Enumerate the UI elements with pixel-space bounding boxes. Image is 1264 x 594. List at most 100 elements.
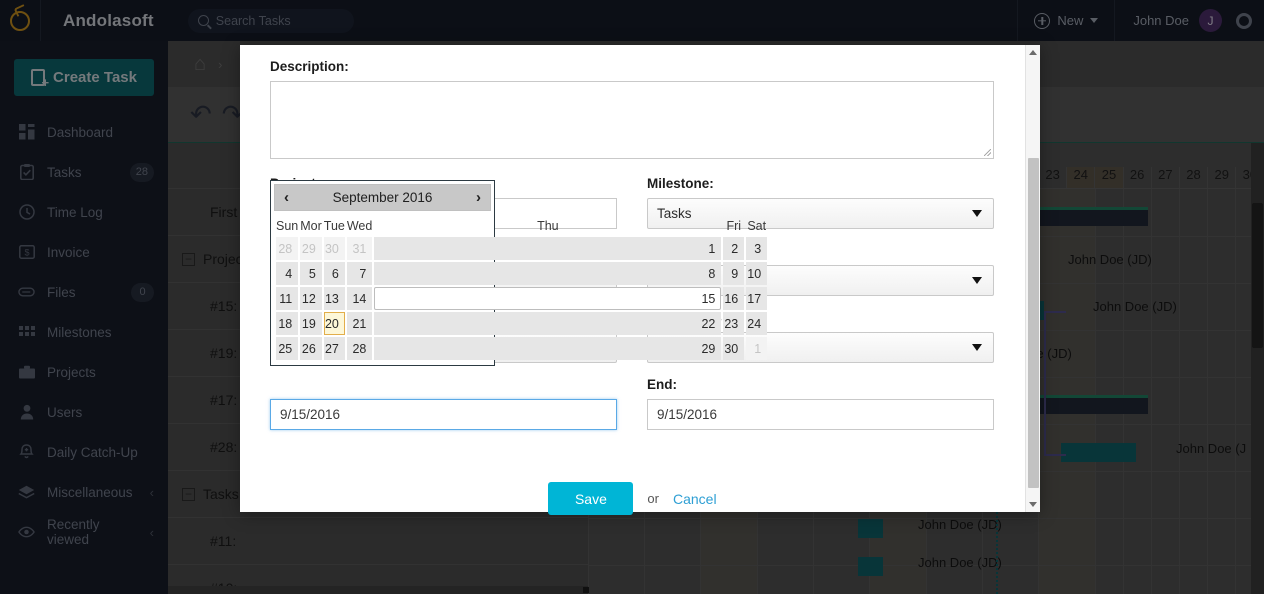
datepicker-cell: 9 xyxy=(723,262,745,285)
description-textarea[interactable] xyxy=(270,81,994,159)
datepicker-day[interactable]: 11 xyxy=(276,287,299,310)
datepicker-day[interactable]: 21 xyxy=(346,312,373,335)
datepicker-day[interactable]: 26 xyxy=(300,337,322,360)
datepicker-cell: 11 xyxy=(276,287,299,310)
chevron-right-icon[interactable]: › xyxy=(476,190,481,205)
datepicker-day[interactable]: 28 xyxy=(346,337,373,360)
datepicker-day[interactable]: 7 xyxy=(346,262,373,285)
datepicker-cell: 3 xyxy=(746,237,768,260)
caret-down-icon xyxy=(972,277,982,284)
datepicker-cell: 15 xyxy=(374,287,722,310)
datepicker-day[interactable]: 30 xyxy=(723,337,745,360)
cancel-button[interactable]: Cancel xyxy=(673,491,717,507)
datepicker-day[interactable]: 29 xyxy=(374,337,722,360)
description-field: Description: xyxy=(270,59,1010,159)
datepicker-cell: 1 xyxy=(746,337,768,360)
datepicker-cell: 26 xyxy=(300,337,322,360)
save-button[interactable]: Save xyxy=(548,482,634,515)
datepicker-days: 28 29 30 31 1 2 3 4 5 6 7 8 9 10 11 12 13 14 15 16 17 18 19 20 2… xyxy=(276,237,768,360)
datepicker-cell: 5 xyxy=(300,262,322,285)
scroll-up-button[interactable] xyxy=(1026,45,1040,60)
end-label: End: xyxy=(647,377,677,392)
triangle-up-icon xyxy=(1029,50,1037,55)
datepicker-cell: 24 xyxy=(746,312,768,335)
datepicker-cell: 28 xyxy=(346,337,373,360)
description-label: Description: xyxy=(270,59,349,74)
milestone-label: Milestone: xyxy=(647,176,714,191)
datepicker-day[interactable]: 27 xyxy=(323,337,345,360)
datepicker-cell: 22 xyxy=(374,312,722,335)
datepicker-weekday: Thu xyxy=(537,219,559,233)
datepicker-day[interactable]: 1 xyxy=(374,237,722,260)
datepicker-cell: 30 xyxy=(323,237,345,260)
datepicker-week-row: 4 5 6 7 8 9 10 xyxy=(276,262,768,285)
end-date-field: End: 9/15/2016 xyxy=(647,377,994,430)
datepicker-cell: 18 xyxy=(276,312,299,335)
datepicker-cell: 29 xyxy=(374,337,722,360)
modal-scrollbar[interactable] xyxy=(1025,45,1040,512)
datepicker-day[interactable]: 12 xyxy=(300,287,322,310)
datepicker-cell: 25 xyxy=(276,337,299,360)
datepicker-day[interactable]: 6 xyxy=(323,262,345,285)
datepicker-day[interactable]: 23 xyxy=(723,312,745,335)
datepicker-cell: 13 xyxy=(323,287,345,310)
datepicker-cell: 4 xyxy=(276,262,299,285)
caret-down-icon xyxy=(972,344,982,351)
datepicker-cell: 30 xyxy=(723,337,745,360)
chevron-left-icon[interactable]: ‹ xyxy=(284,190,289,205)
datepicker-day[interactable]: 18 xyxy=(276,312,299,335)
datepicker-week-row: 28 29 30 31 1 2 3 xyxy=(276,237,768,260)
datepicker-day[interactable]: 25 xyxy=(276,337,299,360)
datepicker-cell: 31 xyxy=(346,237,373,260)
caret-down-icon xyxy=(972,210,982,217)
datepicker-day-selected[interactable]: 15 xyxy=(374,287,722,310)
datepicker-week-row: 18 19 20 21 22 23 24 xyxy=(276,312,768,335)
datepicker-day[interactable]: 2 xyxy=(723,237,745,260)
datepicker-day[interactable]: 14 xyxy=(346,287,373,310)
datepicker-day[interactable]: 10 xyxy=(746,262,768,285)
datepicker-day: 1 xyxy=(746,337,768,360)
datepicker-weekday: Tue xyxy=(323,219,345,233)
datepicker-cell: 23 xyxy=(723,312,745,335)
datepicker-week-row: 25 26 27 28 29 30 1 xyxy=(276,337,768,360)
datepicker-day[interactable]: 19 xyxy=(300,312,322,335)
datepicker-cell: 1 xyxy=(374,237,722,260)
app-root: Andolasoft Search Tasks New John Doe J C xyxy=(0,0,1264,594)
datepicker-day-today[interactable]: 20 xyxy=(323,312,345,335)
datepicker-cell: 20 xyxy=(323,312,345,335)
scroll-down-button[interactable] xyxy=(1026,497,1040,512)
datepicker-cell: 29 xyxy=(300,237,322,260)
datepicker-day[interactable]: 8 xyxy=(374,262,722,285)
or-label: or xyxy=(647,491,659,506)
datepicker-day[interactable]: 16 xyxy=(723,287,745,310)
datepicker-day[interactable]: 5 xyxy=(300,262,322,285)
datepicker-day[interactable]: 3 xyxy=(746,237,768,260)
datepicker-cell: 16 xyxy=(723,287,745,310)
datepicker-cell: 19 xyxy=(300,312,322,335)
start-date-input[interactable]: 9/15/2016 xyxy=(270,399,617,430)
datepicker-header: ‹ September 2016 › xyxy=(274,184,491,211)
datepicker-title: September 2016 xyxy=(332,190,433,205)
datepicker-weekday: Mor xyxy=(300,219,322,233)
datepicker-weekday: Fri xyxy=(726,219,742,233)
datepicker-cell: 12 xyxy=(300,287,322,310)
datepicker-day: 28 xyxy=(276,237,299,260)
datepicker-weekday: Sat xyxy=(747,219,767,233)
datepicker-cell: 6 xyxy=(323,262,345,285)
datepicker: ‹ September 2016 › Sun Mor Tue Wed Thu F… xyxy=(270,180,768,366)
datepicker-day[interactable]: 24 xyxy=(746,312,768,335)
end-date-input[interactable]: 9/15/2016 xyxy=(647,399,994,430)
datepicker-week-row: 11 12 13 14 15 16 17 xyxy=(276,287,768,310)
datepicker-day: 31 xyxy=(346,237,373,260)
datepicker-cell: 28 xyxy=(276,237,299,260)
datepicker-day[interactable]: 13 xyxy=(323,287,345,310)
datepicker-day[interactable]: 4 xyxy=(276,262,299,285)
scrollbar-thumb[interactable] xyxy=(1028,158,1039,488)
datepicker-day[interactable]: 9 xyxy=(723,262,745,285)
datepicker-cell: 7 xyxy=(346,262,373,285)
modal-actions: Save or Cancel xyxy=(240,482,1025,515)
datepicker-cell: 2 xyxy=(723,237,745,260)
datepicker-day[interactable]: 17 xyxy=(746,287,768,310)
datepicker-cell: 21 xyxy=(346,312,373,335)
datepicker-day[interactable]: 22 xyxy=(374,312,722,335)
